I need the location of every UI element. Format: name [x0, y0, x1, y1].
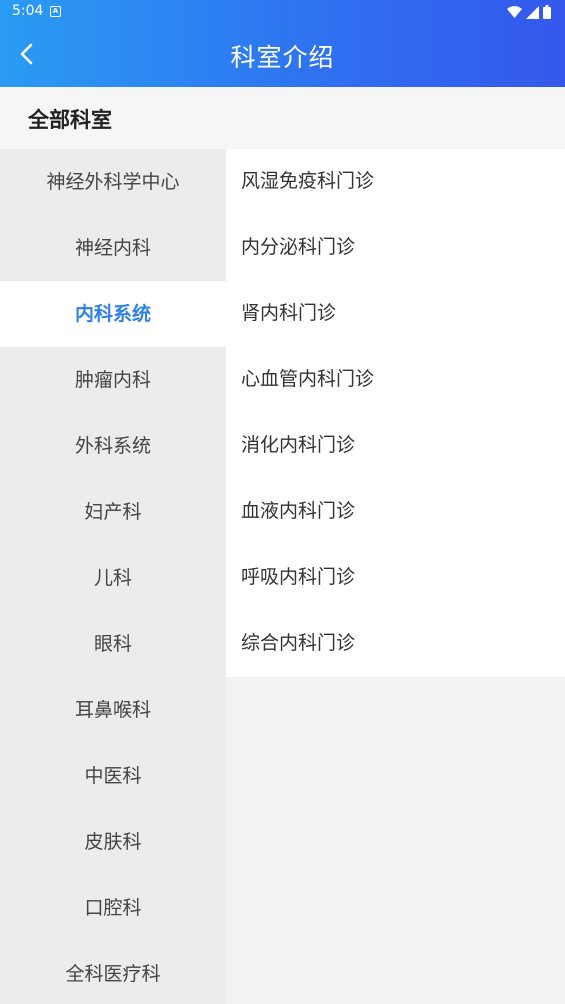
section-title: 全部科室: [28, 108, 112, 132]
status-bar: 5:04 A: [0, 0, 565, 24]
category-item[interactable]: 皮肤科: [0, 809, 226, 875]
department-detail-panel: 风湿免疫科门诊 内分泌科门诊 肾内科门诊 心血管内科门诊 消化内科门诊 血液内科…: [226, 149, 565, 1004]
department-category-list: 神经外科学中心 神经内科 内科系统 肿瘤内科 外科系统 妇产科 儿科 眼科 耳鼻…: [0, 149, 226, 1004]
department-item[interactable]: 风湿免疫科门诊: [226, 149, 565, 215]
department-list: 风湿免疫科门诊 内分泌科门诊 肾内科门诊 心血管内科门诊 消化内科门诊 血液内科…: [226, 149, 565, 677]
wifi-icon: [507, 5, 522, 18]
battery-icon: [543, 5, 551, 19]
signal-icon: [526, 5, 539, 19]
category-item-active[interactable]: 内科系统: [0, 281, 226, 347]
page-title: 科室介绍: [230, 43, 335, 72]
category-item[interactable]: 全科医疗科: [0, 941, 226, 1004]
system-icons: [507, 4, 551, 20]
status-time: 5:04: [12, 3, 44, 19]
category-item[interactable]: 眼科: [0, 611, 226, 677]
category-item[interactable]: 神经外科学中心: [0, 149, 226, 215]
notification-icon: A: [50, 6, 61, 17]
department-item[interactable]: 综合内科门诊: [226, 611, 565, 677]
section-header: 全部科室: [0, 87, 565, 149]
category-item[interactable]: 外科系统: [0, 413, 226, 479]
app-header: 5:04 A 科室介绍: [0, 0, 565, 87]
category-item[interactable]: 口腔科: [0, 875, 226, 941]
category-item[interactable]: 神经内科: [0, 215, 226, 281]
category-item[interactable]: 儿科: [0, 545, 226, 611]
department-item[interactable]: 呼吸内科门诊: [226, 545, 565, 611]
department-item[interactable]: 消化内科门诊: [226, 413, 565, 479]
category-item[interactable]: 耳鼻喉科: [0, 677, 226, 743]
department-item[interactable]: 内分泌科门诊: [226, 215, 565, 281]
department-item[interactable]: 肾内科门诊: [226, 281, 565, 347]
category-item[interactable]: 肿瘤内科: [0, 347, 226, 413]
category-item[interactable]: 妇产科: [0, 479, 226, 545]
department-item[interactable]: 心血管内科门诊: [226, 347, 565, 413]
category-item[interactable]: 中医科: [0, 743, 226, 809]
department-item[interactable]: 血液内科门诊: [226, 479, 565, 545]
